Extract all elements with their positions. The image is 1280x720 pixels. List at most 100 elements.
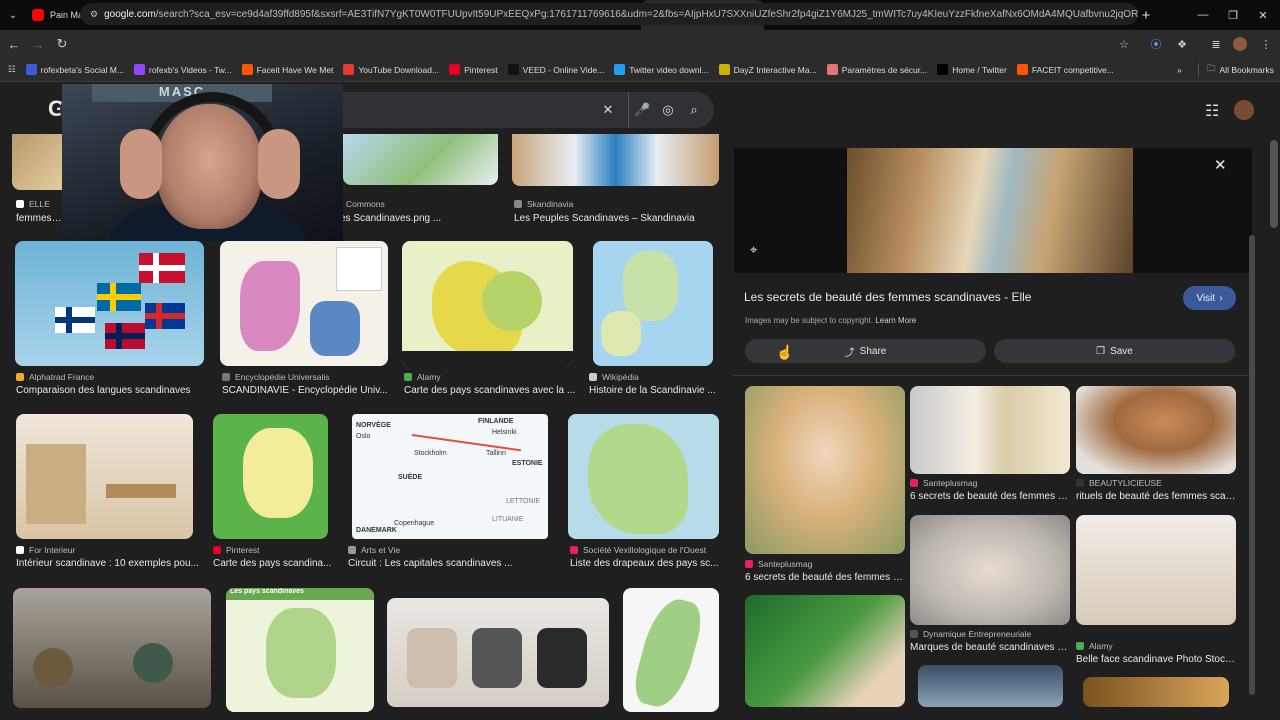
result-source: Commons [346,199,385,209]
related-image[interactable] [910,515,1070,625]
lens-search-icon[interactable]: ⌖ [750,242,757,258]
result-caption[interactable]: 6 secrets de beauté des femmes s... [745,572,905,583]
google-apps-icon[interactable]: ☷ [1205,101,1219,121]
bookmark-item[interactable]: YouTube Download... [338,64,444,75]
reload-icon[interactable]: ↻ [50,36,74,52]
bookmarks-overflow-icon[interactable]: » [1172,65,1187,75]
result-caption[interactable]: Les Peuples Scandinaves – Skandinavia [514,213,724,224]
bookmark-favicon-icon [826,64,838,75]
source-favicon [1076,479,1084,487]
source-favicon [745,560,753,568]
result-image-map[interactable] [568,414,719,539]
close-window-icon[interactable]: ✕ [1246,0,1280,30]
result-image-route-map[interactable]: NORVÈGE FINLANDE Oslo Helsinki Stockholm… [352,414,548,539]
result-caption[interactable]: SCANDINAVIE - Encyclopédie Univ... [222,385,390,396]
panel-title[interactable]: Les secrets de beauté des femmes scandin… [744,290,1031,304]
result-image-map[interactable] [623,588,719,712]
page-scrollbar[interactable] [1270,140,1278,228]
close-panel-icon[interactable]: ✕ [1214,156,1227,174]
related-image[interactable] [1076,386,1236,474]
source-favicon [16,200,24,208]
result-caption[interactable]: rituels de beauté des femmes scan... [1076,491,1236,502]
source-favicon [404,373,412,381]
profile-avatar[interactable] [1230,30,1250,58]
related-image[interactable] [1083,677,1229,707]
result-caption[interactable]: Carte des pays scandinaves avec la ... [404,385,579,396]
bookmark-item[interactable]: VEED - Online Vide... [503,64,610,75]
browser-menu-icon[interactable]: ⋮ [1256,30,1276,58]
media-controls-icon[interactable]: ≣ [1206,30,1226,58]
voice-search-icon[interactable]: 🎤 [628,92,652,128]
result-image-poster[interactable]: Les pays scandinaves [226,588,374,712]
map-label: Stockholm [414,450,447,457]
result-caption[interactable]: Comparaison des langues scandinaves [16,385,206,396]
preview-image-frame: ⌖ [734,148,1252,273]
preview-image[interactable] [847,148,1133,273]
map-label: FINLANDE [478,418,514,425]
result-caption[interactable]: Belle face scandinave Photo Stock... [1076,654,1236,665]
maximize-icon[interactable]: ❐ [1216,0,1250,30]
all-bookmarks[interactable]: 🗀 All Bookmarks [1198,62,1279,77]
bookmark-item[interactable]: Faceit Have We Met [237,64,339,75]
tab-search-chevron-icon[interactable]: ⌄ [0,0,26,30]
bookmark-item[interactable]: rofexbeta's Social M... [21,64,129,75]
result-caption[interactable]: Circuit : Les capitales scandinaves ... [348,558,553,569]
bookmark-item[interactable]: FACEIT competitive... [1012,64,1119,75]
url-bar[interactable]: ⚙ google.com/search?sca_esv=ce9d4af39ffd… [80,3,1138,25]
related-image[interactable] [910,386,1070,474]
clear-search-icon[interactable]: ✕ [596,92,620,128]
result-caption[interactable]: Carte des pays scandina... [213,558,333,569]
minimize-icon[interactable]: — [1186,0,1220,30]
back-arrow-icon[interactable]: ← [2,37,26,52]
save-button[interactable]: ❐ Save [994,339,1235,363]
related-image[interactable] [1076,515,1236,625]
related-image[interactable] [745,386,905,554]
result-image-flags[interactable] [15,241,204,366]
result-image-map[interactable] [220,241,388,366]
forward-arrow-icon[interactable]: → [26,37,50,52]
result-image-poster[interactable] [213,414,328,539]
bookmark-favicon-icon [241,64,253,75]
bookmark-item[interactable]: Paramètres de sécur... [822,64,933,75]
bookmark-item[interactable]: rofexb's Videos - Tw... [129,64,237,75]
map-label: SUÈDE [398,474,423,481]
account-avatar[interactable] [1234,100,1254,120]
apps-grid-icon[interactable]: ☷ [0,64,21,75]
bookmark-item[interactable]: Home / Twitter [932,64,1012,75]
extensions-puzzle-icon[interactable]: ❖ [1172,30,1192,58]
result-image-map[interactable] [402,241,573,366]
result-caption[interactable]: Liste des drapeaux des pays sc... [570,558,720,569]
result-caption[interactable]: es Scandinaves.png ... [340,213,500,224]
bookmark-item[interactable]: Pinterest [444,64,503,75]
extension-audio-icon[interactable]: ⦿ [1146,30,1166,58]
site-info-icon[interactable]: ⚙ [90,9,98,20]
result-image-vikings[interactable] [13,588,211,708]
visit-button[interactable]: Visit › [1183,286,1236,310]
related-image[interactable] [745,595,905,707]
bookmark-star-icon[interactable]: ☆ [1114,30,1134,58]
bookmark-item[interactable]: DayZ Interactive Ma... [714,64,822,75]
result-caption[interactable]: Histoire de la Scandinavie ... [589,385,717,396]
map-label: LETTONIE [506,498,541,505]
bookmark-item[interactable]: Twitter video downl... [609,64,713,75]
map-label: LITUANIE [492,516,524,523]
result-image-map[interactable] [593,241,713,366]
result-image-interior[interactable] [16,414,193,539]
result-image[interactable] [343,134,498,185]
result-caption[interactable]: 6 secrets de beauté des femmes s... [910,491,1070,502]
bookmark-list: rofexbeta's Social M... rofexb's Videos -… [21,64,1119,75]
bookmark-favicon-icon [937,64,949,75]
result-caption[interactable]: femmes sc [16,213,64,224]
panel-scrollbar[interactable] [1249,235,1255,695]
bookmark-favicon-icon [449,64,461,75]
result-caption[interactable]: Intérieur scandinave : 10 exemples pou..… [16,558,201,569]
result-caption[interactable]: Marques de beauté scandinaves te... [910,642,1070,653]
related-image[interactable] [918,665,1063,707]
source-favicon [1076,642,1084,650]
result-source: Société Vexillologique de l'Ouest [570,545,706,555]
learn-more-link[interactable]: Learn More [875,316,916,325]
lens-search-icon[interactable]: ◎ [656,92,680,128]
result-image-chairs[interactable] [387,598,609,707]
search-icon[interactable]: ⌕ [682,92,706,128]
result-image[interactable] [512,134,719,186]
